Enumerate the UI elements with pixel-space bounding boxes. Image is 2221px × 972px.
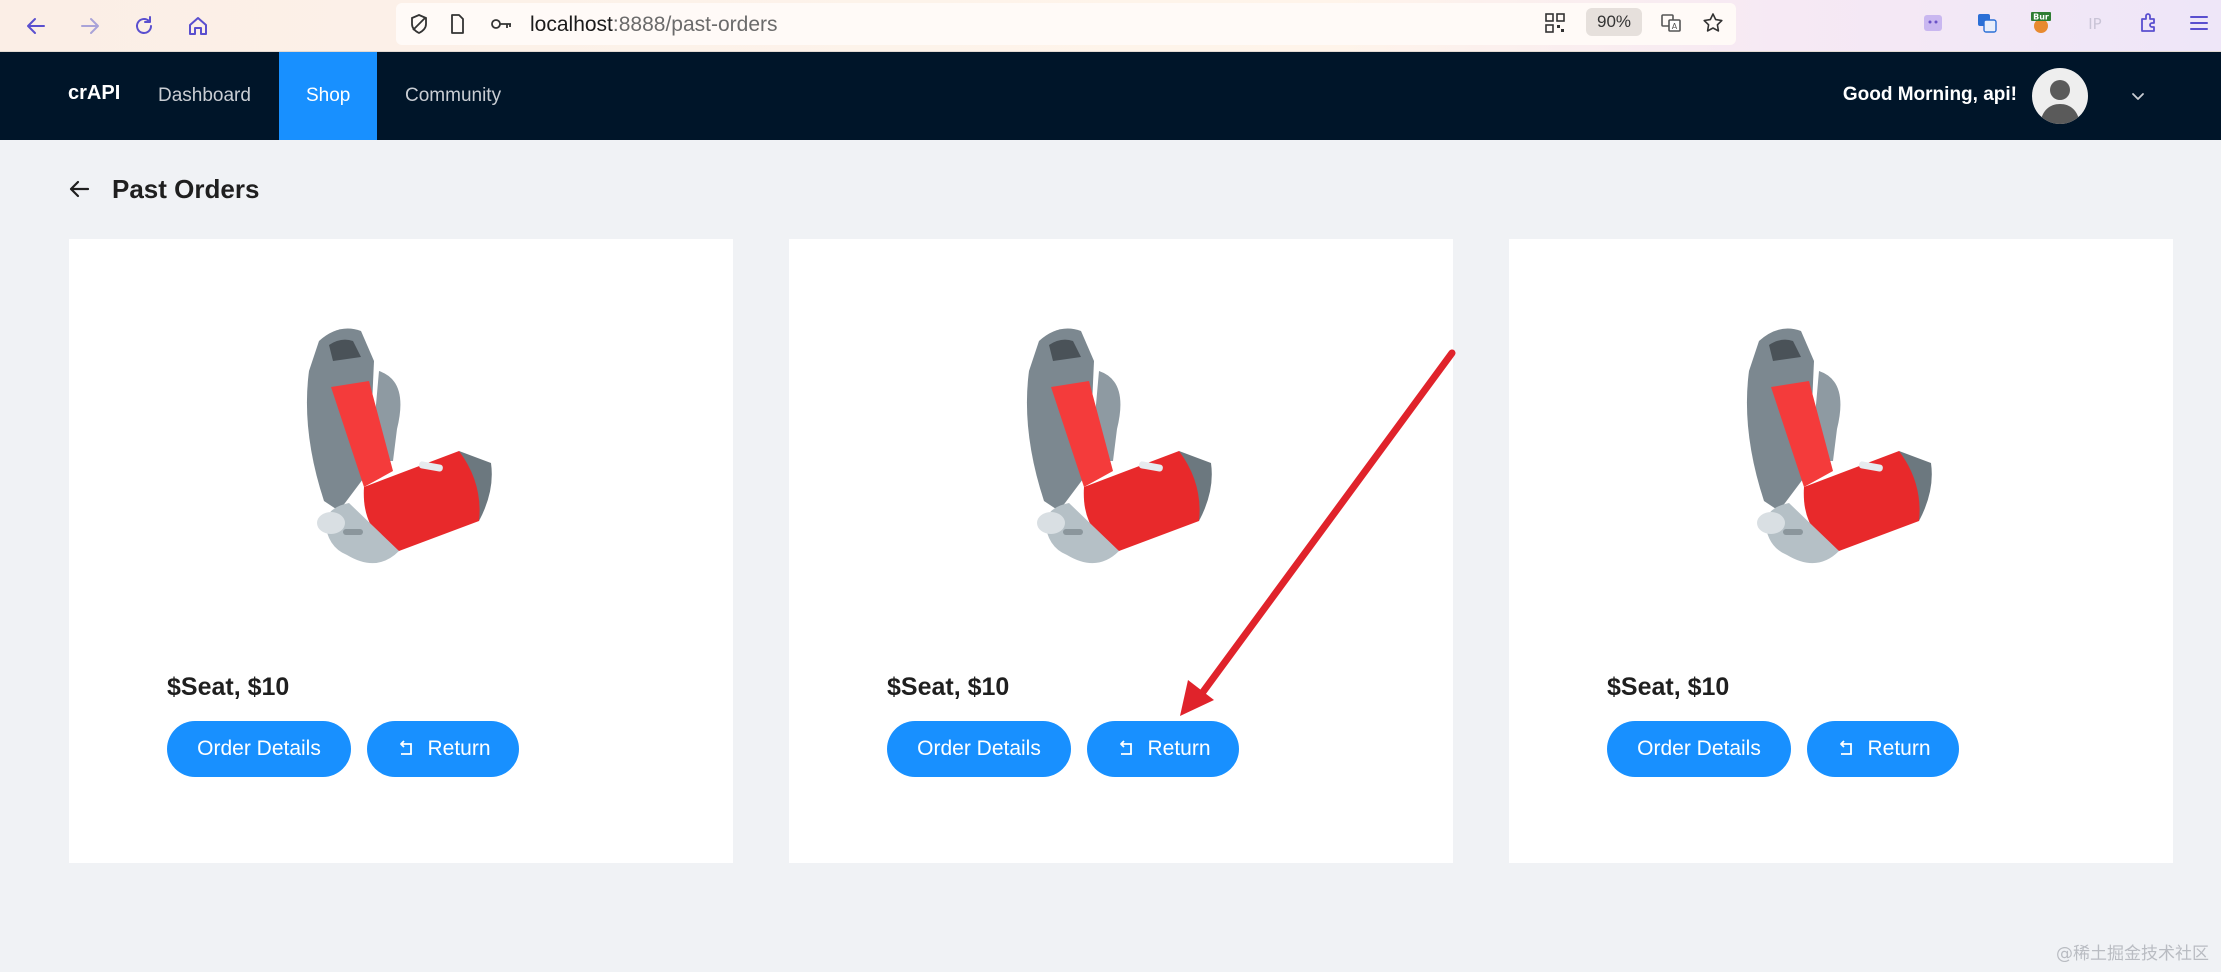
svg-text:A: A [1672,22,1678,31]
return-icon [400,740,413,755]
car-seat-image [1026,328,1212,564]
return-label: Return [1867,737,1931,760]
order-price: $Seat, $10 [167,673,290,701]
order-details-button[interactable]: Order Details [1607,721,1791,777]
back-arrow-icon [27,18,45,34]
avatar[interactable] [2032,68,2088,124]
url-path: :8888/past-orders [612,13,778,36]
order-price: $Seat, $10 [1607,673,1730,701]
url-text[interactable]: localhost:8888/past-orders [530,13,778,37]
order-details-button[interactable]: Order Details [167,721,351,777]
burp-extension-icon[interactable]: Bur [2028,10,2054,36]
home-icon [189,17,207,35]
forward-arrow-icon [81,18,99,34]
brand-logo[interactable]: crAPI [68,82,120,105]
app-header: crAPI Dashboard Shop Community Good Morn… [0,52,2221,140]
ip-label: IP [2088,15,2101,33]
reload-icon [136,16,152,34]
extension-face-icon[interactable] [1920,10,1946,36]
chevron-down-icon[interactable] [2128,86,2148,106]
reload-button[interactable] [126,8,162,44]
url-host: localhost [530,13,613,36]
home-button[interactable] [180,8,216,44]
page-title: Past Orders [112,174,260,204]
shield-icon[interactable] [406,11,432,37]
translate-extension-icon[interactable] [1974,10,2000,36]
return-button[interactable]: Return [1087,721,1239,777]
browser-toolbar: localhost:8888/past-orders 90% A Bur IP [0,0,2221,52]
return-label: Return [1147,737,1211,760]
zoom-level-badge[interactable]: 90% [1586,8,1642,36]
return-label: Return [427,737,491,760]
order-card: $Seat, $10 Order Details Return [789,239,1453,863]
back-arrow-icon[interactable] [66,176,92,202]
return-icon [1840,740,1853,755]
order-price: $Seat, $10 [887,673,1010,701]
watermark: @稀土掘金技术社区 [2056,944,2209,964]
extensions-puzzle-icon[interactable] [2136,10,2162,36]
forward-button[interactable] [72,8,108,44]
return-button[interactable]: Return [367,721,519,777]
greeting-text: Good Morning, api! [1842,84,2017,105]
page-info-icon[interactable] [444,11,470,37]
qr-code-icon[interactable] [1542,10,1568,36]
order-details-button[interactable]: Order Details [887,721,1071,777]
order-card: $Seat, $10 Order Details Return [69,239,733,863]
order-card: $Seat, $10 Order Details Return [1509,239,2173,863]
nav-community[interactable]: Community [378,52,528,140]
back-button[interactable] [18,8,54,44]
car-seat-image [1746,328,1932,564]
menu-icon[interactable] [2186,10,2212,36]
nav-dashboard[interactable]: Dashboard [131,52,278,140]
nav-shop[interactable]: Shop [279,52,378,140]
address-bar[interactable]: localhost:8888/past-orders [396,3,1736,45]
translate-icon[interactable]: A [1658,10,1684,36]
bookmark-star-icon[interactable] [1700,10,1726,36]
return-button[interactable]: Return [1807,721,1959,777]
car-seat-image [306,328,492,564]
burp-badge-text: Bur [2033,13,2049,22]
return-icon [1120,740,1133,755]
ip-extension-icon[interactable]: IP [2082,10,2108,36]
key-icon[interactable] [488,11,514,37]
